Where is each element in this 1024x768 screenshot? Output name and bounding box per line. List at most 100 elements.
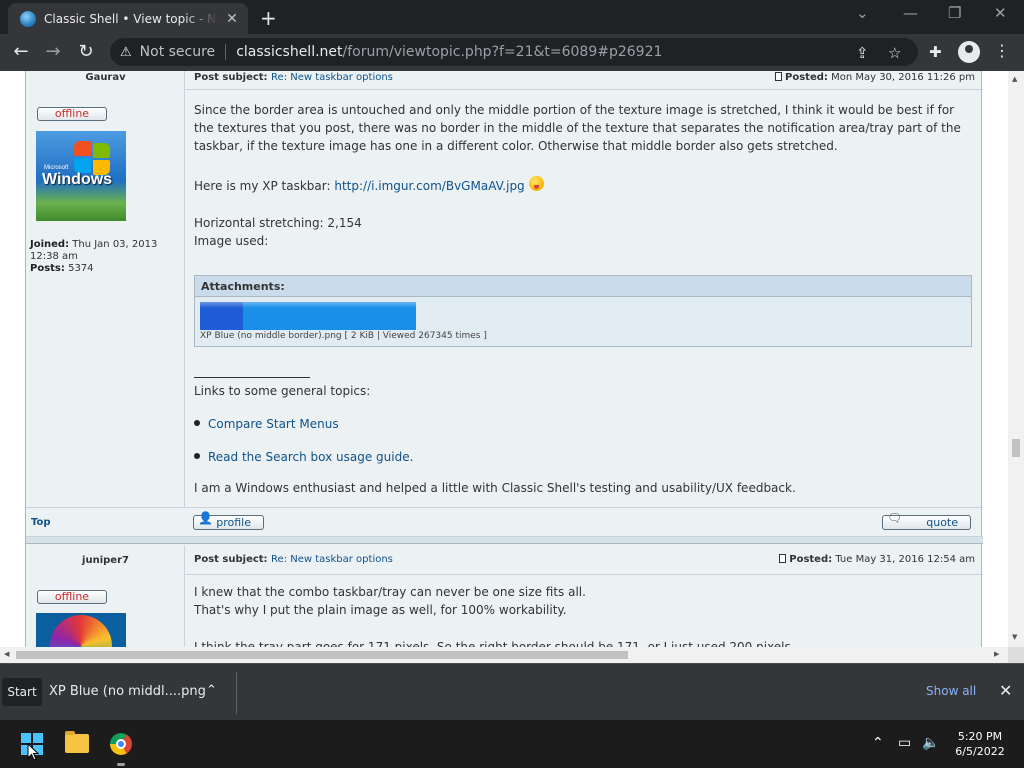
globe-favicon-icon (20, 10, 36, 27)
post-date: Posted: Tue May 31, 2016 12:54 am (779, 554, 975, 565)
post-author-name[interactable]: Gaurav (26, 72, 185, 83)
post-subject-label: Post subject: (194, 72, 268, 83)
signature-divider (194, 377, 310, 378)
scroll-up-arrow-icon[interactable]: ▲ (1012, 75, 1017, 83)
post-date: Posted: Mon May 30, 2016 11:26 pm (775, 72, 975, 83)
share-icon[interactable]: ⇪ (856, 44, 869, 62)
restore-icon[interactable]: ❐ (948, 4, 961, 22)
compare-start-menus-link[interactable]: Compare Start Menus (208, 417, 339, 431)
post-action-row: Top 👤 profile 🗨 quote (26, 507, 983, 537)
scroll-left-arrow-icon[interactable]: ◀ (4, 650, 9, 658)
browser-toolbar: ← → ↻ ⚠ Not secure classicshell.net/foru… (0, 34, 1024, 71)
browser-menu-icon[interactable]: ⋮ (994, 41, 1010, 60)
post-author-column: Gaurav offline Microsoft Windows Joined:… (26, 71, 185, 507)
xp-taskbar-prefix: Here is my XP taskbar: (194, 179, 331, 193)
post-subject: Post subject: Re: New taskbar options (194, 554, 393, 565)
post-body: Post subject: Re: New taskbar options Po… (186, 545, 983, 655)
posted-label: Posted: (785, 72, 828, 83)
signature-link-item: Read the Search box usage guide. (194, 450, 413, 464)
tab-search-chevron-icon[interactable]: ⌄ (856, 4, 869, 22)
volume-icon[interactable]: 🔈 (922, 735, 939, 751)
post-subject-link[interactable]: Re: New taskbar options (271, 554, 393, 565)
url-path: /forum/viewtopic.php?f=21&t=6089#p26921 (342, 44, 663, 60)
horizontal-scroll-thumb[interactable] (16, 651, 628, 659)
download-file-name[interactable]: XP Blue (no middl....png (49, 684, 206, 699)
post-author-column: juniper7 offline (26, 545, 185, 655)
browser-tab[interactable]: Classic Shell • View topic - New taskbar… (8, 3, 248, 34)
post-page-icon[interactable] (775, 72, 783, 81)
mouse-cursor-icon (27, 743, 39, 761)
quote-button-label: quote (926, 516, 958, 529)
back-icon[interactable]: ← (9, 41, 33, 62)
vertical-scroll-thumb[interactable] (1012, 439, 1020, 457)
posted-label: Posted: (789, 554, 833, 565)
warning-icon[interactable]: ⚠ (120, 45, 132, 60)
post-subject-row: Post subject: Re: New taskbar options Po… (186, 545, 983, 575)
profile-avatar-icon[interactable] (958, 41, 980, 63)
security-label[interactable]: Not secure (140, 44, 216, 60)
post-subject-link[interactable]: Re: New taskbar options (271, 72, 393, 83)
forward-icon[interactable]: → (41, 41, 65, 62)
xp-taskbar-link[interactable]: http://i.imgur.com/BvGMaAV.jpg (334, 179, 524, 193)
scroll-down-arrow-icon[interactable]: ▼ (1012, 633, 1017, 641)
attachment-caption: XP Blue (no middle border).png [ 2 KiB |… (200, 331, 487, 341)
online-status-badge: offline (37, 107, 107, 121)
tray-overflow-chevron-icon[interactable]: ⌃ (872, 735, 884, 751)
quote-button[interactable]: 🗨 quote (882, 511, 971, 530)
tongue-smiley-icon (528, 176, 544, 191)
close-window-icon[interactable]: ✕ (994, 4, 1007, 22)
download-shelf: Start XP Blue (no middl....png ⌃ Show al… (0, 663, 1024, 720)
system-clock[interactable]: 5:20 PM 6/5/2022 (950, 729, 1010, 759)
post-author-name[interactable]: juniper7 (26, 555, 185, 566)
active-app-indicator (117, 763, 125, 766)
post-count: Posts: 5374 (30, 263, 180, 275)
post-subject-label: Post subject: (194, 554, 268, 565)
windows-taskbar: ⌃ ▭ 🔈 5:20 PM 6/5/2022 (0, 720, 1024, 768)
user-avatar: Microsoft Windows (36, 131, 126, 221)
xp-taskbar-line: Here is my XP taskbar: http://i.imgur.co… (194, 176, 969, 195)
attachments-box: Attachments: XP Blue (no middle border).… (194, 275, 972, 347)
close-shelf-icon[interactable]: ✕ (999, 681, 1012, 700)
shelf-divider (236, 672, 237, 714)
post-body: Post subject: Re: New taskbar options Po… (186, 71, 983, 507)
posted-value: Mon May 30, 2016 11:26 pm (831, 72, 975, 83)
signature-link-item: Compare Start Menus (194, 417, 339, 431)
post-count-label: Posts: (30, 263, 65, 274)
chrome-icon[interactable] (110, 733, 132, 755)
download-options-chevron-icon[interactable]: ⌃ (206, 683, 217, 698)
scrollbar-corner (1008, 647, 1024, 663)
download-start-label[interactable]: Start (2, 678, 42, 706)
windows-flag-logo (74, 141, 114, 175)
signature-heading: Links to some general topics: (194, 384, 371, 398)
vertical-scrollbar[interactable]: ▲ ▼ (1008, 71, 1024, 648)
address-bar[interactable]: ⚠ Not secure classicshell.net/forum/view… (110, 38, 918, 66)
horizontal-scrollbar[interactable]: ◀ ▶ (0, 647, 1008, 663)
avatar-windows-text: Windows (42, 171, 113, 188)
network-icon[interactable]: ▭ (898, 735, 911, 751)
file-explorer-icon[interactable] (65, 731, 89, 753)
quote-bubble-icon: 🗨 (887, 511, 903, 525)
reload-icon[interactable]: ↻ (74, 41, 98, 62)
post-divider (26, 537, 983, 544)
post-paragraph: Since the border area is untouched and o… (194, 103, 961, 153)
search-box-guide-link[interactable]: Read the Search box usage guide. (208, 450, 413, 464)
minimize-icon[interactable]: — (903, 4, 918, 22)
scroll-right-arrow-icon[interactable]: ▶ (994, 650, 999, 658)
signature-text: I am a Windows enthusiast and helped a l… (194, 481, 796, 495)
bookmark-star-icon[interactable]: ☆ (888, 44, 901, 62)
show-all-downloads-link[interactable]: Show all (926, 684, 976, 698)
join-date: Joined: Thu Jan 03, 2013 12:38 am (30, 239, 180, 263)
post-subject-row: Post subject: Re: New taskbar options Po… (186, 71, 983, 90)
omnibox-divider (225, 44, 227, 60)
top-link[interactable]: Top (31, 517, 51, 528)
post-line: That's why I put the plain image as well… (194, 603, 567, 617)
new-tab-button[interactable]: + (260, 6, 277, 30)
extensions-puzzle-icon[interactable]: ✚ (929, 43, 942, 61)
clock-time: 5:20 PM (957, 730, 1003, 743)
post-page-icon[interactable] (779, 554, 787, 563)
post-line: I knew that the combo taskbar/tray can n… (194, 585, 586, 599)
tab-title: Classic Shell • View topic - New taskbar… (44, 11, 218, 26)
tab-close-icon[interactable]: ✕ (224, 11, 240, 27)
profile-button[interactable]: 👤 profile (193, 512, 264, 530)
attachment-image[interactable] (200, 302, 416, 330)
